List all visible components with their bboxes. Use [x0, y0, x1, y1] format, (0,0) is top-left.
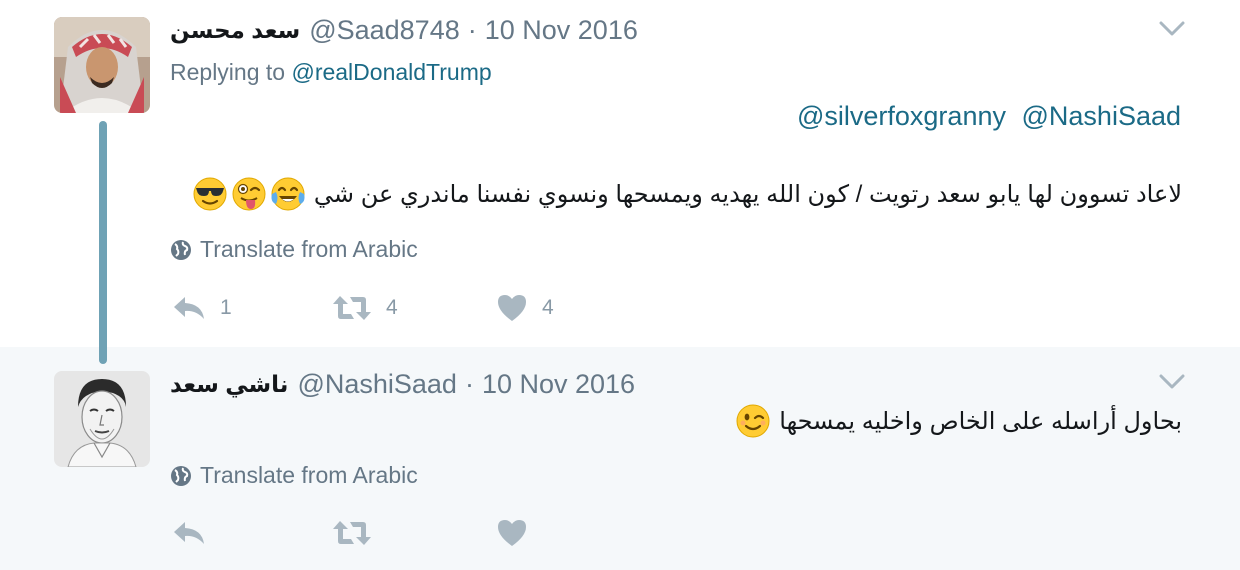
avatar[interactable]: [54, 371, 150, 467]
author-name[interactable]: ناشي سعد: [170, 371, 288, 398]
author-handle[interactable]: @NashiSaad: [297, 369, 457, 400]
tweet-saad[interactable]: سعد محسن @Saad8748 · 10 Nov 2016 Replyin…: [0, 0, 1240, 364]
like-button[interactable]: [496, 513, 528, 553]
heart-icon: [498, 520, 526, 546]
tweet-text-body: لاعاد تسوون لها يابو سعد رتويت / كون الل…: [313, 180, 1182, 208]
retweet-icon: [333, 296, 371, 320]
like-count: 4: [542, 296, 554, 319]
retweet-button[interactable]: [332, 513, 372, 553]
tweet-text-body: بحاول أراسله على الخاص واخليه يمسحها: [779, 407, 1182, 435]
winking-face-icon: [736, 404, 770, 438]
reply-icon: [174, 297, 204, 319]
translate-label: Translate from Arabic: [200, 236, 418, 262]
replying-to-link[interactable]: @realDonaldTrump: [291, 59, 491, 85]
thread-connector-line: [99, 121, 107, 364]
reply-button[interactable]: 1: [172, 288, 232, 328]
reply-count: 1: [220, 296, 232, 319]
emoji-group: [732, 403, 771, 439]
avatar[interactable]: [54, 17, 150, 113]
mentions: @silverfoxgranny @NashiSaad: [797, 101, 1181, 132]
emoji-group: [189, 176, 306, 212]
retweet-button[interactable]: 4: [332, 288, 398, 328]
tweet-header: سعد محسن @Saad8748 · 10 Nov 2016: [170, 12, 638, 48]
globe-icon: [171, 465, 191, 486]
replying-to: Replying to @realDonaldTrump: [170, 59, 492, 86]
heart-icon: [498, 295, 526, 321]
separator: ·: [464, 368, 474, 399]
tweet-header: ناشي سعد @NashiSaad · 10 Nov 2016: [170, 366, 635, 402]
translate-link[interactable]: Translate from Arabic: [170, 462, 418, 489]
replying-prefix: Replying to: [170, 59, 286, 85]
tweet-date[interactable]: 10 Nov 2016: [482, 369, 635, 400]
winking-face-with-tongue-icon: [232, 177, 266, 211]
chevron-down-icon[interactable]: [1159, 20, 1185, 38]
tweet-date[interactable]: 10 Nov 2016: [485, 15, 638, 46]
face-with-tears-of-joy-icon: [271, 177, 305, 211]
translate-link[interactable]: Translate from Arabic: [170, 236, 418, 263]
tweet-text: بحاول أراسله على الخاص واخليه يمسحها: [732, 403, 1182, 439]
retweet-count: 4: [386, 296, 398, 319]
translate-label: Translate from Arabic: [200, 462, 418, 488]
tweet-nashi[interactable]: ناشي سعد @NashiSaad · 10 Nov 2016 بحاول …: [0, 347, 1240, 570]
retweet-icon: [333, 521, 371, 545]
author-name[interactable]: سعد محسن: [170, 17, 300, 44]
like-button[interactable]: 4: [496, 288, 554, 328]
tweet-actions: [0, 513, 700, 553]
separator: ·: [467, 14, 477, 45]
globe-icon: [171, 239, 191, 260]
reply-button[interactable]: [172, 513, 206, 553]
reply-icon: [174, 522, 204, 544]
mention-link[interactable]: @silverfoxgranny: [797, 101, 1006, 131]
tweet-text: لاعاد تسوون لها يابو سعد رتويت / كون الل…: [189, 176, 1182, 212]
chevron-down-icon[interactable]: [1159, 373, 1185, 391]
author-handle[interactable]: @Saad8748: [309, 15, 460, 46]
smiling-face-with-sunglasses-icon: [193, 177, 227, 211]
mention-link[interactable]: @NashiSaad: [1022, 101, 1182, 131]
